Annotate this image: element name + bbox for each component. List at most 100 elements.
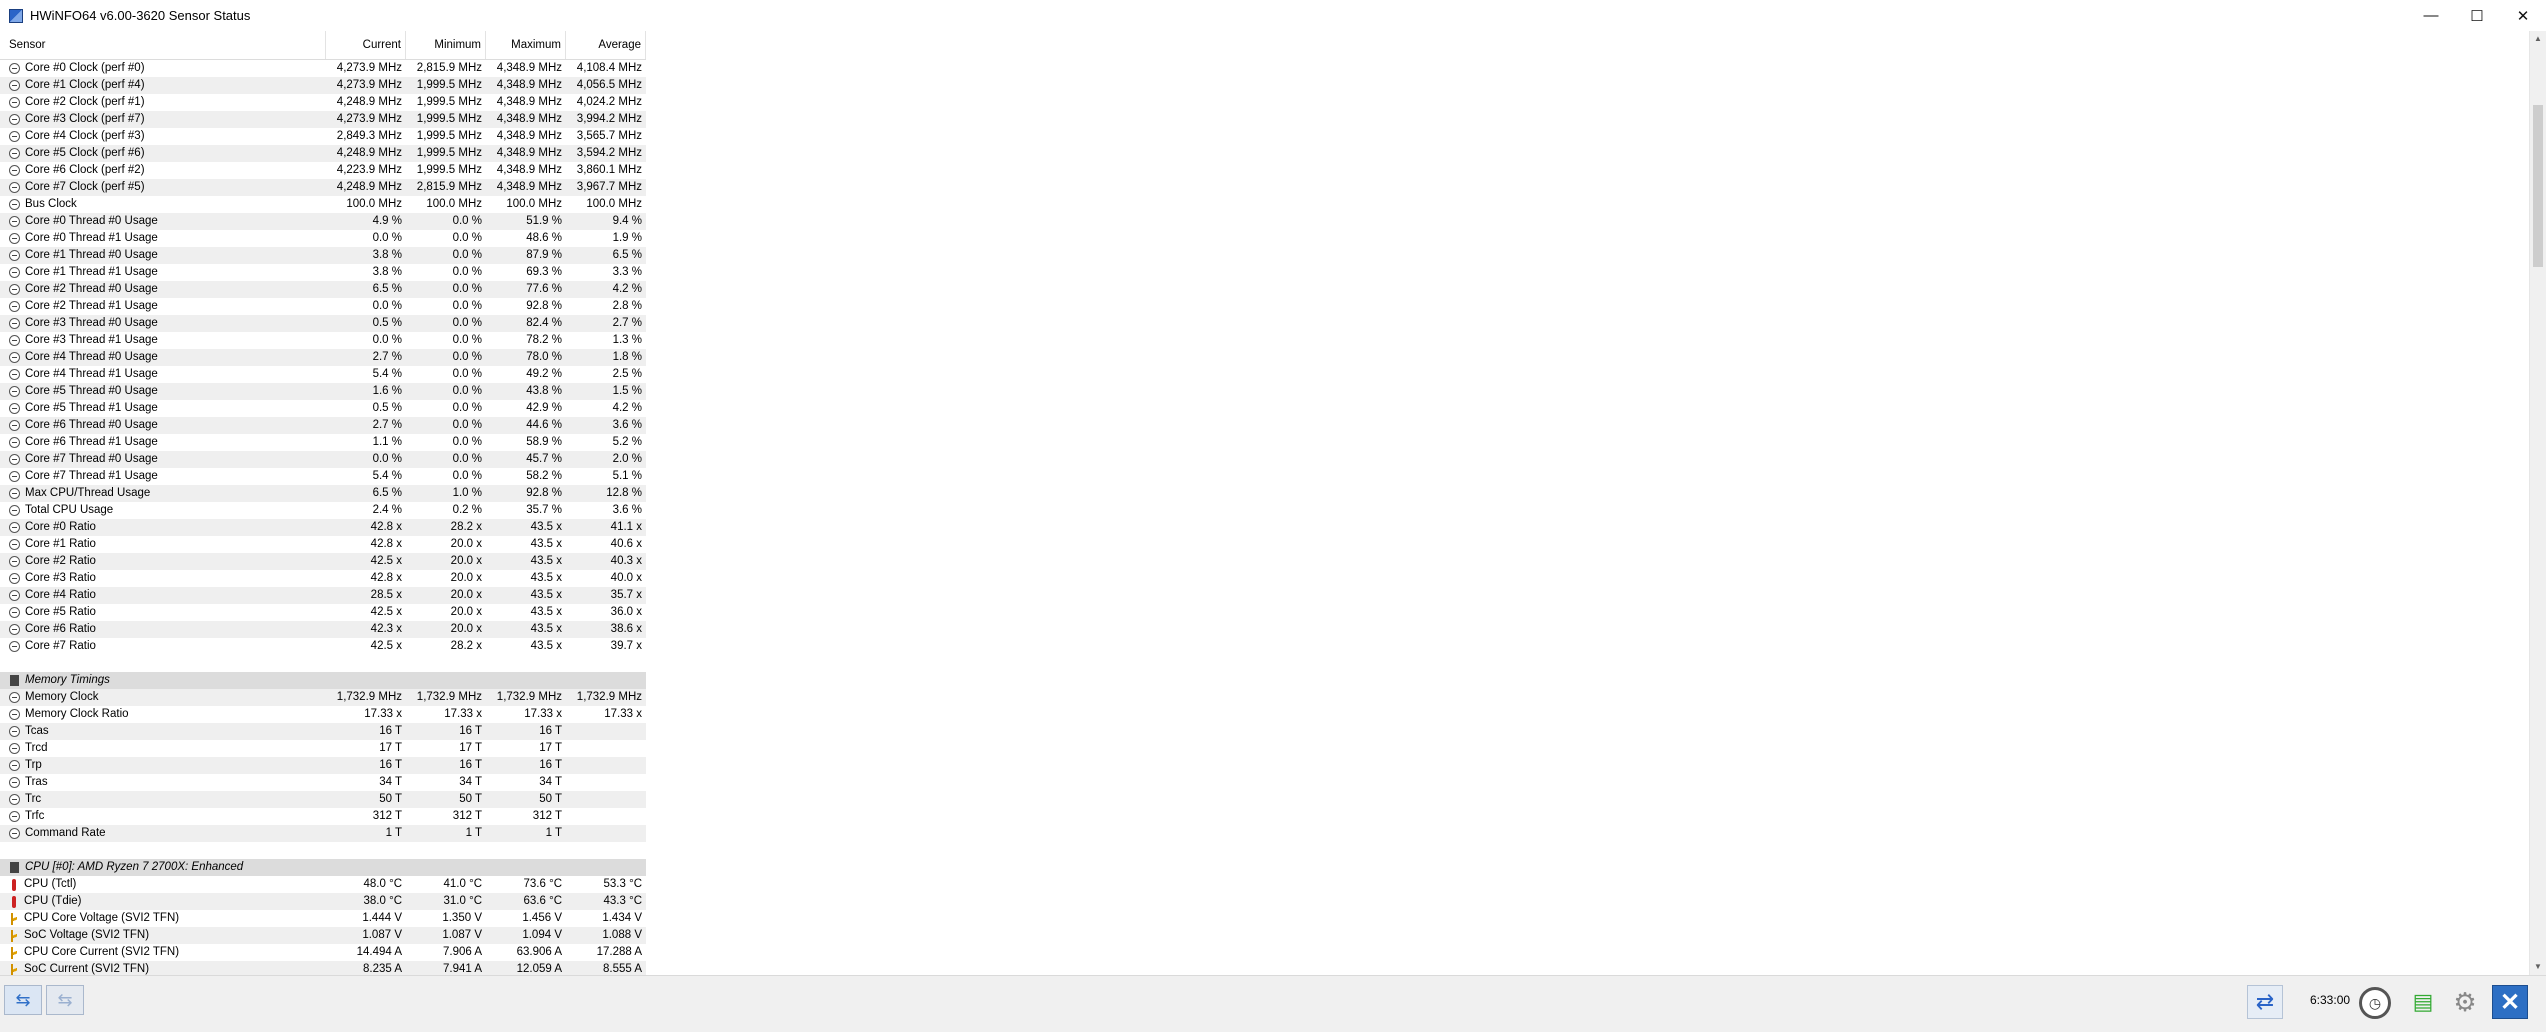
table-row[interactable]: Core #7 Ratio 42.5 x 28.2 x 43.5 x 39.7 x [0, 638, 646, 655]
average-value [566, 723, 642, 740]
table-row[interactable]: Core #5 Clock (perf #6) 4,248.9 MHz 1,999.… [0, 145, 646, 162]
table-row[interactable]: Memory Clock 1,732.9 MHz 1,732.9 MHz 1,732.… [0, 689, 646, 706]
clock-icon[interactable]: ◷ [2359, 987, 2391, 1019]
table-row[interactable]: Core #5 Thread #1 Usage 0.5 % 0.0 % 42.9 % 4… [0, 400, 646, 417]
table-row[interactable]: Core #6 Thread #1 Usage 1.1 % 0.0 % 58.9 % 5… [0, 434, 646, 451]
minimum-value: 1.0 % [452, 487, 482, 499]
table-row[interactable]: Core #4 Clock (perf #3) 2,849.3 MHz 1,999.… [0, 128, 646, 145]
sensor-name-cell: Trfc [9, 808, 324, 825]
current-value: 34 T [379, 776, 402, 788]
close-sensors-icon[interactable]: ✕ [2492, 985, 2528, 1019]
table-row[interactable]: Core #4 Thread #0 Usage 2.7 % 0.0 % 78.0 % 1… [0, 349, 646, 366]
logging-icon[interactable]: ▤ [2405, 985, 2441, 1019]
table-row[interactable]: Total CPU Usage 2.4 % 0.2 % 35.7 % 3.6 % [0, 502, 646, 519]
minimum-value: 312 T [452, 810, 482, 822]
table-row[interactable]: Core #0 Thread #0 Usage 4.9 % 0.0 % 51.9 % 9… [0, 213, 646, 230]
close-window-button[interactable]: ✕ [2500, 0, 2546, 31]
table-row[interactable]: Core #6 Clock (perf #2) 4,223.9 MHz 1,999.… [0, 162, 646, 179]
column-header-minimum[interactable]: Minimum [406, 31, 486, 59]
minimum-value: 1 T [465, 827, 482, 839]
chip-icon [10, 675, 19, 686]
table-row[interactable]: Core #7 Thread #0 Usage 0.0 % 0.0 % 45.7 % 2… [0, 451, 646, 468]
group-row-memory-timings[interactable]: Memory Timings [0, 672, 646, 689]
column-header-current[interactable]: Current [326, 31, 406, 59]
table-row[interactable]: CPU (Tctl) 48.0 °C 41.0 °C 73.6 °C 53.3 °C [0, 876, 646, 893]
vertical-scrollbar[interactable]: ▲ ▼ [2529, 31, 2546, 975]
table-row[interactable]: Max CPU/Thread Usage 6.5 % 1.0 % 92.8 % 12.8… [0, 485, 646, 502]
table-row[interactable]: Core #1 Clock (perf #4) 4,273.9 MHz 1,999.… [0, 77, 646, 94]
sensor-label: Core #1 Thread #0 Usage [25, 249, 158, 261]
minimum-value: 0.0 % [452, 470, 482, 482]
table-row[interactable]: SoC Current (SVI2 TFN) 8.235 A 7.941 A 12.0… [0, 961, 646, 975]
table-row[interactable]: Core #7 Thread #1 Usage 5.4 % 0.0 % 58.2 % 5… [0, 468, 646, 485]
minimum-value: 16 T [459, 759, 482, 771]
table-row[interactable]: Trfc 312 T 312 T 312 T [0, 808, 646, 825]
current-value: 42.3 x [370, 623, 402, 635]
column-header-sensor[interactable]: Sensor [0, 31, 326, 59]
table-row[interactable]: Core #6 Ratio 42.3 x 20.0 x 43.5 x 38.6 x [0, 621, 646, 638]
minimize-button[interactable]: — [2408, 0, 2454, 31]
settings-gear-icon[interactable]: ⚙ [2447, 985, 2483, 1019]
sensor-name-cell: Core #7 Thread #1 Usage [9, 468, 324, 485]
table-row[interactable]: Core #4 Thread #1 Usage 5.4 % 0.0 % 49.2 % 2… [0, 366, 646, 383]
scroll-up-arrow-icon[interactable]: ▲ [2530, 31, 2546, 47]
sensor-name-cell: Memory Clock Ratio [9, 706, 324, 723]
next-page-button[interactable]: ⇆ [46, 985, 84, 1015]
table-row[interactable]: Trcd 17 T 17 T 17 T [0, 740, 646, 757]
average-value: 1.088 V [602, 929, 642, 941]
table-row[interactable]: Core #1 Ratio 42.8 x 20.0 x 43.5 x 40.6 x [0, 536, 646, 553]
table-row[interactable]: CPU Core Voltage (SVI2 TFN) 1.444 V 1.350 … [0, 910, 646, 927]
table-row[interactable]: Core #2 Ratio 42.5 x 20.0 x 43.5 x 40.3 x [0, 553, 646, 570]
table-row[interactable]: Memory Clock Ratio 17.33 x 17.33 x 17.33 x 1… [0, 706, 646, 723]
sensor-label: Memory Timings [25, 674, 110, 686]
minimum-value: 1,732.9 MHz [416, 691, 482, 703]
group-row-cpu-0-amd-ryzen-7-2700x-enhanced[interactable]: CPU [#0]: AMD Ryzen 7 2700X: Enhanced [0, 859, 646, 876]
table-row[interactable]: Core #1 Thread #0 Usage 3.8 % 0.0 % 87.9 % 6… [0, 247, 646, 264]
spacer-row [0, 842, 646, 859]
table-row[interactable]: Core #3 Ratio 42.8 x 20.0 x 43.5 x 40.0 x [0, 570, 646, 587]
average-value: 3,594.2 MHz [576, 147, 642, 159]
table-row[interactable]: Core #7 Clock (perf #5) 4,248.9 MHz 2,815.… [0, 179, 646, 196]
maximum-value: 17.33 x [524, 708, 562, 720]
table-row[interactable]: Core #5 Thread #0 Usage 1.6 % 0.0 % 43.8 % 1… [0, 383, 646, 400]
table-row[interactable]: Core #6 Thread #0 Usage 2.7 % 0.0 % 44.6 % 3… [0, 417, 646, 434]
column-header-average[interactable]: Average [566, 31, 646, 59]
table-row[interactable]: CPU (Tdie) 38.0 °C 31.0 °C 63.6 °C 43.3 °C [0, 893, 646, 910]
table-row[interactable]: Bus Clock 100.0 MHz 100.0 MHz 100.0 MHz 100.… [0, 196, 646, 213]
reset-values-icon[interactable]: ⇄ [2247, 985, 2283, 1019]
table-row[interactable]: Trp 16 T 16 T 16 T [0, 757, 646, 774]
table-row[interactable]: Core #2 Thread #1 Usage 0.0 % 0.0 % 92.8 % 2… [0, 298, 646, 315]
table-row[interactable]: Core #3 Thread #1 Usage 0.0 % 0.0 % 78.2 % 1… [0, 332, 646, 349]
table-row[interactable]: Core #3 Thread #0 Usage 0.5 % 0.0 % 82.4 % 2… [0, 315, 646, 332]
table-row[interactable]: Core #0 Ratio 42.8 x 28.2 x 43.5 x 41.1 x [0, 519, 646, 536]
column-header-maximum[interactable]: Maximum [486, 31, 566, 59]
maximize-button[interactable]: ☐ [2454, 0, 2500, 31]
sensor-clock-icon [9, 607, 20, 618]
scroll-down-arrow-icon[interactable]: ▼ [2530, 959, 2546, 975]
table-row[interactable]: Core #5 Ratio 42.5 x 20.0 x 43.5 x 36.0 x [0, 604, 646, 621]
sensor-label: Core #3 Thread #0 Usage [25, 317, 158, 329]
average-value: 2.7 % [612, 317, 642, 329]
sensor-name-cell: Core #0 Clock (perf #0) [9, 60, 324, 77]
title-bar: HWiNFO64 v6.00-3620 Sensor Status — ☐ ✕ [0, 0, 2546, 31]
table-row[interactable]: Core #3 Clock (perf #7) 4,273.9 MHz 1,999.… [0, 111, 646, 128]
sensor-clock-icon [9, 114, 20, 125]
table-row[interactable]: Tras 34 T 34 T 34 T [0, 774, 646, 791]
current-value: 14.494 A [356, 946, 402, 958]
table-row[interactable]: Core #2 Thread #0 Usage 6.5 % 0.0 % 77.6 % 4… [0, 281, 646, 298]
scrollbar-thumb[interactable] [2533, 105, 2543, 267]
table-row[interactable]: Trc 50 T 50 T 50 T [0, 791, 646, 808]
table-row[interactable]: SoC Voltage (SVI2 TFN) 1.087 V 1.087 V 1.09… [0, 927, 646, 944]
table-row[interactable]: Core #0 Clock (perf #0) 4,273.9 MHz 2,815.… [0, 60, 646, 77]
table-row[interactable]: CPU Core Current (SVI2 TFN) 14.494 A 7.906… [0, 944, 646, 961]
previous-page-button[interactable]: ⇆ [4, 985, 42, 1015]
current-value: 42.8 x [370, 521, 402, 533]
table-row[interactable]: Tcas 16 T 16 T 16 T [0, 723, 646, 740]
table-row[interactable]: Core #2 Clock (perf #1) 4,248.9 MHz 1,999.… [0, 94, 646, 111]
minimum-value: 100.0 MHz [426, 198, 482, 210]
table-row[interactable]: Core #4 Ratio 28.5 x 20.0 x 43.5 x 35.7 x [0, 587, 646, 604]
table-row[interactable]: Core #0 Thread #1 Usage 0.0 % 0.0 % 48.6 % 1… [0, 230, 646, 247]
table-row[interactable]: Core #1 Thread #1 Usage 3.8 % 0.0 % 69.3 % 3… [0, 264, 646, 281]
table-row[interactable]: Command Rate 1 T 1 T 1 T [0, 825, 646, 842]
maximum-value: 16 T [539, 759, 562, 771]
